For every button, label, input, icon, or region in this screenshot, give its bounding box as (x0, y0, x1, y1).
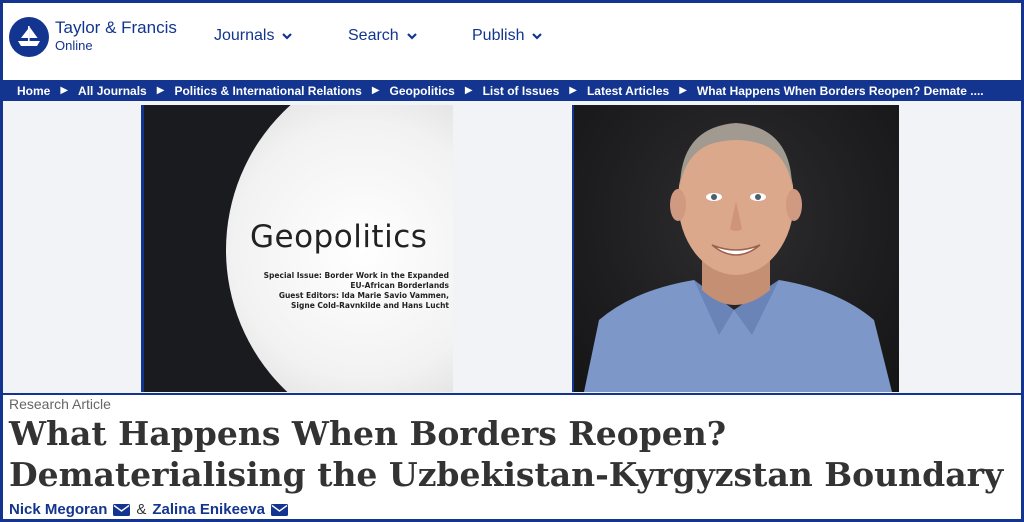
nav-publish[interactable]: Publish (472, 27, 543, 45)
logo-emblem-icon (9, 17, 49, 57)
author-list: Nick Megoran & Zalina Enikeeva (9, 501, 288, 518)
site-header: Taylor & Francis Online Journals Search … (3, 3, 1021, 79)
cover-line-3: Guest Editors: Ida Marie Savio Vammen, (278, 291, 449, 300)
cover-line-2: EU-African Borderlands (350, 281, 449, 290)
nav-search-label: Search (348, 27, 399, 44)
envelope-icon[interactable] (270, 503, 288, 516)
site-logo[interactable]: Taylor & Francis Online (9, 17, 177, 57)
author-separator: & (136, 501, 147, 518)
logo-name: Taylor & Francis (55, 18, 177, 37)
breadcrumb-list-of-issues[interactable]: List of Issues (483, 84, 560, 98)
breadcrumb-all-journals[interactable]: All Journals (78, 84, 147, 98)
breadcrumb: Home ▶ All Journals ▶ Politics & Interna… (3, 80, 1021, 101)
envelope-icon[interactable] (113, 503, 131, 516)
cover-title: Geopolitics (250, 219, 428, 255)
breadcrumb-geopolitics[interactable]: Geopolitics (390, 84, 455, 98)
logo-text: Taylor & Francis Online (55, 19, 177, 55)
triangle-right-icon: ▶ (679, 85, 687, 96)
triangle-right-icon: ▶ (60, 85, 69, 96)
article-title: What Happens When Borders Reopen? Demate… (9, 414, 1004, 494)
nav-publish-label: Publish (472, 27, 525, 44)
chevron-down-icon (282, 33, 293, 40)
cover-line-4: Signe Cold-Ravnkilde and Hans Lucht (291, 301, 449, 310)
author-name-2[interactable]: Zalina Enikeeva (152, 501, 265, 518)
nav-journals[interactable]: Journals (214, 27, 293, 45)
author-portrait-photo (572, 105, 899, 392)
breadcrumb-current: What Happens When Borders Reopen? Demate… (696, 83, 984, 98)
triangle-right-icon: ▶ (371, 85, 380, 96)
article-type-label: Research Article (9, 396, 111, 412)
triangle-right-icon: ▶ (569, 85, 577, 96)
triangle-right-icon: ▶ (464, 85, 473, 96)
chevron-down-icon (406, 33, 417, 40)
nav-journals-label: Journals (214, 27, 275, 44)
page-frame: Taylor & Francis Online Journals Search … (0, 0, 1024, 522)
image-band: Geopolitics Special Issue: Border Work i… (3, 101, 1021, 393)
logo-sub: Online (55, 38, 93, 53)
article-header: Research Article What Happens When Borde… (3, 393, 1021, 519)
cover-line-1: Special Issue: Border Work in the Expand… (263, 271, 449, 280)
journal-cover-image[interactable]: Geopolitics Special Issue: Border Work i… (141, 105, 453, 392)
nav-search[interactable]: Search (348, 27, 417, 45)
author-name-1[interactable]: Nick Megoran (9, 501, 107, 518)
chevron-down-icon (532, 33, 543, 40)
portrait-illustration (584, 123, 892, 392)
breadcrumb-latest-articles[interactable]: Latest Articles (587, 84, 669, 98)
breadcrumb-politics[interactable]: Politics & International Relations (174, 84, 361, 98)
triangle-right-icon: ▶ (156, 85, 165, 96)
cover-subtitle: Special Issue: Border Work in the Expand… (259, 271, 449, 311)
breadcrumb-home[interactable]: Home (17, 84, 50, 98)
